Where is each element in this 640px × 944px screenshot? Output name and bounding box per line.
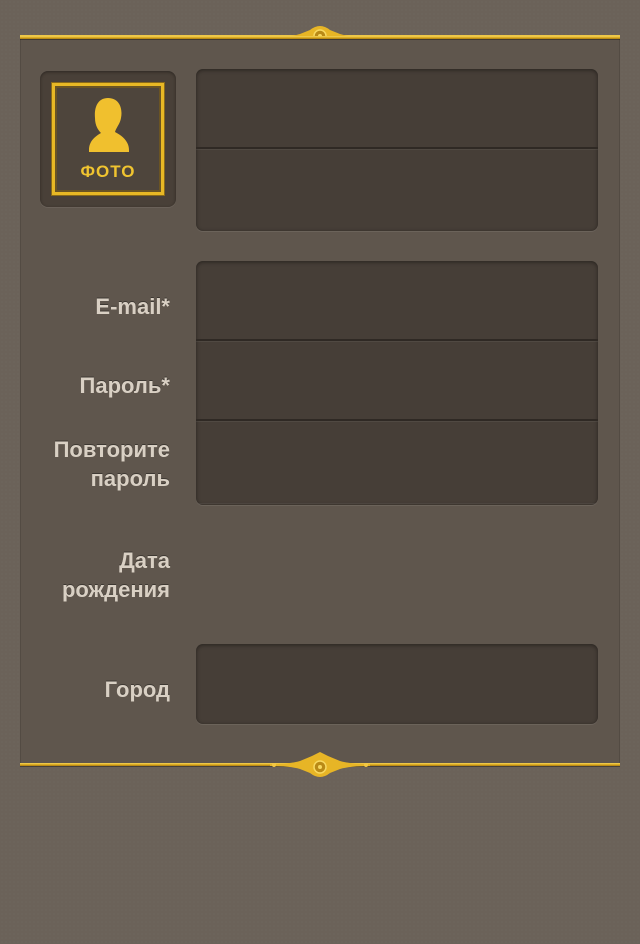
account-fields-group [196,261,598,505]
city-field-group [196,644,598,724]
city-field-row [196,644,598,724]
repeat-password-input[interactable] [196,421,598,501]
last-name-input[interactable] [196,149,598,229]
person-silhouette-icon [89,98,129,152]
password-input[interactable] [196,341,598,419]
email-field-row [196,261,598,342]
photo-upload-button[interactable]: ФОТО [40,71,176,207]
email-input[interactable] [196,261,598,339]
birthdate-label: Дата рождения [61,548,170,602]
repeat-password-field-row [196,421,598,504]
repeat-password-label: Повторите пароль [53,437,170,491]
last-name-field-row [196,149,598,229]
name-fields-group [196,69,598,231]
bottom-ornament-icon [270,752,370,777]
first-name-field-row [196,69,598,150]
city-label: Город [104,677,170,702]
first-name-input[interactable] [196,69,598,147]
email-label: E-mail* [95,294,170,319]
photo-label: ФОТО [80,162,136,181]
password-field-row [196,341,598,422]
password-label: Пароль* [79,373,170,398]
photo-frame: ФОТО [52,83,164,195]
city-input[interactable] [196,644,598,724]
top-gold-rule [20,36,620,39]
